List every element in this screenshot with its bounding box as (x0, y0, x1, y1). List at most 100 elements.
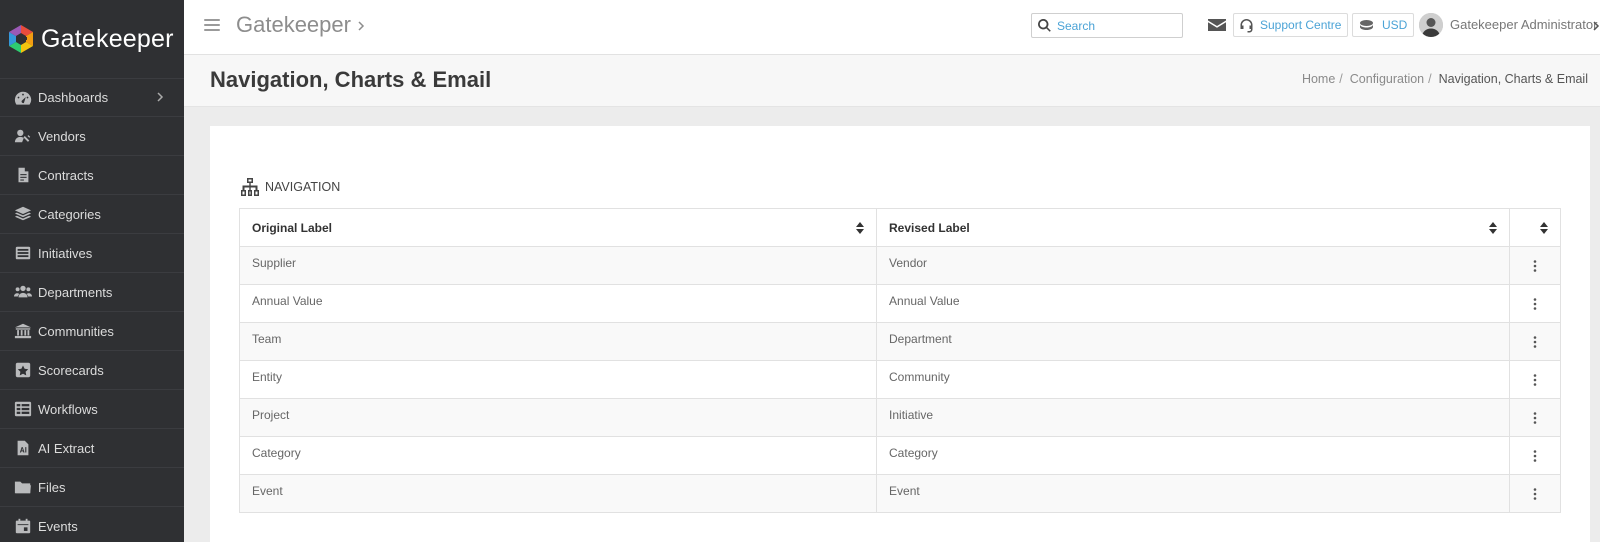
sidebar-item-label: Communities (38, 323, 114, 339)
sidebar-item-scorecards[interactable]: Scorecards (0, 351, 184, 390)
folder-icon (13, 478, 33, 496)
sidebar-item-files[interactable]: Files (0, 468, 184, 507)
page-title: Navigation, Charts & Email (210, 67, 492, 92)
more-options-icon[interactable] (1533, 488, 1537, 500)
calendar-icon (13, 517, 33, 535)
breadcrumb-configuration[interactable]: Configuration (1350, 72, 1424, 86)
sidebar-item-events[interactable]: Events (0, 507, 184, 542)
navigation-table: Original Label Revised Label Supplier Ve… (238, 208, 1562, 513)
breadcrumb-separator: / (1339, 72, 1343, 86)
original-label-cell: Annual Value (238, 284, 878, 323)
support-centre-label: Support Centre (1260, 18, 1342, 32)
sidebar-item-initiatives[interactable]: Initiatives (0, 234, 184, 273)
currency-label: USD (1382, 18, 1408, 32)
sidebar: Gatekeeper Dashboards Vendors Contracts … (0, 0, 184, 542)
content-card: NAVIGATION Original Label Revised Label (210, 126, 1590, 542)
chevron-right-icon[interactable] (1592, 19, 1600, 31)
breadcrumb: Home / Configuration / Navigation, Charts … (1302, 72, 1588, 86)
original-label-cell: Event (238, 474, 878, 513)
original-label-cell: Team (238, 322, 878, 361)
row-actions-cell (1508, 398, 1562, 437)
table-header-row: Original Label Revised Label (238, 208, 1562, 247)
ai-extract-icon (13, 439, 33, 457)
menu-toggle-icon[interactable] (204, 19, 220, 33)
column-header-revised-label[interactable]: Revised Label (876, 208, 1510, 247)
revised-label-cell: Event (876, 474, 1510, 513)
row-actions-cell (1508, 436, 1562, 475)
column-header-label: Revised Label (889, 220, 970, 235)
revised-label-cell: Annual Value (876, 284, 1510, 323)
workflow-icon (13, 400, 33, 418)
sidebar-item-ai-extract[interactable]: AI Extract (0, 429, 184, 468)
top-bar: Gatekeeper Support Centre USD Gatekeeper… (184, 0, 1600, 55)
app-logo[interactable]: Gatekeeper (0, 0, 184, 78)
sidebar-item-label: Scorecards (38, 362, 104, 378)
sidebar-item-dashboards[interactable]: Dashboards (0, 78, 184, 117)
coins-icon (1360, 19, 1373, 30)
search-input[interactable] (1057, 18, 1177, 33)
headset-icon (1240, 18, 1253, 32)
sidebar-item-label: Departments (38, 284, 113, 300)
column-header-actions[interactable] (1508, 208, 1562, 247)
revised-label-cell: Community (876, 360, 1510, 399)
more-options-icon[interactable] (1533, 260, 1537, 272)
table-row: Team Department (238, 322, 1562, 361)
table-row: Category Category (238, 436, 1562, 475)
revised-label-cell: Vendor (876, 246, 1510, 285)
row-actions-cell (1508, 284, 1562, 323)
avatar[interactable] (1419, 13, 1443, 37)
column-header-original-label[interactable]: Original Label (238, 208, 878, 247)
breadcrumb-current: Navigation, Charts & Email (1438, 72, 1588, 86)
revised-label-cell: Initiative (876, 398, 1510, 437)
sidebar-item-label: Initiatives (38, 245, 93, 261)
sort-icon[interactable] (1540, 222, 1548, 234)
breadcrumb-separator: / (1428, 72, 1432, 86)
layers-icon (13, 205, 33, 223)
contract-icon (13, 166, 33, 184)
star-icon (13, 361, 33, 379)
original-label-cell: Project (238, 398, 878, 437)
sidebar-item-workflows[interactable]: Workflows (0, 390, 184, 429)
sort-icon[interactable] (1488, 222, 1497, 234)
currency-selector[interactable]: USD (1352, 13, 1415, 37)
sidebar-item-label: Events (38, 518, 78, 534)
row-actions-cell (1508, 360, 1562, 399)
column-header-label: Original Label (252, 220, 333, 235)
search-box[interactable] (1031, 13, 1183, 38)
sidebar-item-departments[interactable]: Departments (0, 273, 184, 312)
chevron-right-icon (154, 91, 166, 103)
vendors-icon (13, 127, 33, 145)
sidebar-item-label: Contracts (38, 167, 94, 183)
mail-icon[interactable] (1208, 18, 1226, 32)
sidebar-item-communities[interactable]: Communities (0, 312, 184, 351)
sidebar-item-label: Files (38, 479, 66, 495)
original-label-cell: Category (238, 436, 878, 475)
app-title[interactable]: Gatekeeper (236, 12, 351, 38)
users-icon (13, 283, 33, 301)
more-options-icon[interactable] (1533, 374, 1537, 386)
original-label-cell: Entity (238, 360, 878, 399)
sidebar-item-label: Dashboards (38, 90, 109, 105)
app-name: Gatekeeper (41, 24, 174, 53)
row-actions-cell (1508, 474, 1562, 513)
table-row: Event Event (238, 474, 1562, 513)
more-options-icon[interactable] (1533, 450, 1537, 462)
institution-icon (13, 322, 33, 340)
breadcrumb-home[interactable]: Home (1302, 72, 1335, 86)
sort-icon[interactable] (856, 222, 865, 234)
table-row: Project Initiative (238, 398, 1562, 437)
more-options-icon[interactable] (1533, 298, 1537, 310)
row-actions-cell (1508, 246, 1562, 285)
revised-label-cell: Department (876, 322, 1510, 361)
sidebar-item-contracts[interactable]: Contracts (0, 156, 184, 195)
search-icon (1038, 19, 1051, 32)
more-options-icon[interactable] (1533, 412, 1537, 424)
user-name[interactable]: Gatekeeper Administrator (1450, 17, 1597, 32)
sidebar-item-vendors[interactable]: Vendors (0, 117, 184, 156)
sidebar-item-label: Vendors (38, 128, 86, 144)
support-centre-button[interactable]: Support Centre (1233, 13, 1349, 37)
sidebar-item-categories[interactable]: Categories (0, 195, 184, 234)
more-options-icon[interactable] (1533, 336, 1537, 348)
navigation-section-header: NAVIGATION (240, 178, 340, 196)
section-title: NAVIGATION (265, 180, 341, 194)
